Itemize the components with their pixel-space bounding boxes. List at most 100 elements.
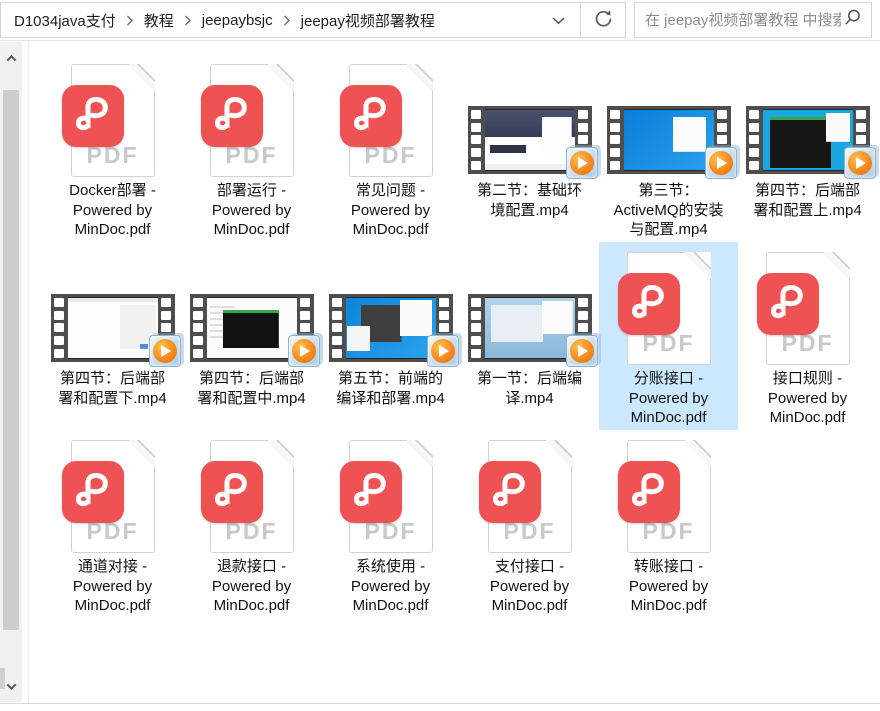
file-icon-zone xyxy=(599,59,738,177)
file-name: 第五节：前端的编译和部署.mp4 xyxy=(334,369,448,408)
file-icon-zone: PDF xyxy=(182,59,321,177)
file-item[interactable]: 第四节：后端部署和配置上.mp4 xyxy=(738,54,877,242)
chevron-down-icon xyxy=(552,13,565,28)
pdf-file-icon: PDF xyxy=(71,64,155,177)
mindoc-logo-icon xyxy=(618,273,680,335)
file-icon-zone: PDF xyxy=(599,247,738,365)
file-icon-zone: PDF xyxy=(599,435,738,553)
chevron-right-icon xyxy=(126,15,134,26)
page-fold xyxy=(129,440,155,466)
file-name: 第三节：ActiveMQ的安装与配置.mp4 xyxy=(612,181,726,240)
pdf-file-icon: PDF xyxy=(627,252,711,365)
file-item[interactable]: 第四节：后端部署和配置中.mp4 xyxy=(182,242,321,430)
mindoc-logo-icon xyxy=(340,461,402,523)
page-fold xyxy=(268,64,294,90)
file-name: 通道对接 - Powered by MinDoc.pdf xyxy=(56,557,170,616)
media-play-icon xyxy=(562,144,600,181)
media-play-icon xyxy=(423,332,461,369)
chevron-down-icon xyxy=(6,680,16,690)
file-item[interactable]: 第一节：后端编译.mp4 xyxy=(460,242,599,430)
file-item[interactable]: PDF 转账接口 - Powered by MinDoc.pdf xyxy=(599,430,738,618)
file-name: 第四节：后端部署和配置下.mp4 xyxy=(56,369,170,408)
pdf-file-icon: PDF xyxy=(349,64,433,177)
media-play-icon xyxy=(840,144,878,181)
file-name: 常见问题 - Powered by MinDoc.pdf xyxy=(334,181,448,240)
scrollbar-thumb[interactable] xyxy=(3,90,19,630)
file-item[interactable]: 第五节：前端的编译和部署.mp4 xyxy=(321,242,460,430)
search-box xyxy=(634,2,872,38)
file-item[interactable]: PDF 退款接口 - Powered by MinDoc.pdf xyxy=(182,430,321,618)
media-play-icon xyxy=(701,144,739,181)
file-name: 系统使用 - Powered by MinDoc.pdf xyxy=(334,557,448,616)
file-name: 退款接口 - Powered by MinDoc.pdf xyxy=(195,557,309,616)
breadcrumb-item-root[interactable]: D1034java支付 xyxy=(9,10,121,31)
file-item[interactable]: PDF 部署运行 - Powered by MinDoc.pdf xyxy=(182,54,321,242)
page-fold xyxy=(685,252,711,278)
address-bar[interactable]: D1034java支付 教程 jeepaybsjc jeepay视频部署教程 xyxy=(0,2,626,38)
file-icon-zone: PDF xyxy=(321,435,460,553)
file-list-area: PDF Docker部署 - Powered by MinDoc.pdf PDF… xyxy=(0,41,880,711)
file-item[interactable]: 第四节：后端部署和配置下.mp4 xyxy=(43,242,182,430)
scroll-up-button[interactable] xyxy=(0,48,22,68)
refresh-button[interactable] xyxy=(581,3,625,37)
chevron-up-icon xyxy=(6,54,16,64)
file-item[interactable]: 第三节：ActiveMQ的安装与配置.mp4 xyxy=(599,54,738,242)
file-name: 第二节：基础环境配置.mp4 xyxy=(473,181,587,220)
mindoc-logo-icon xyxy=(340,85,402,147)
media-play-icon xyxy=(284,332,322,369)
file-icon-zone xyxy=(460,59,599,177)
chevron-right-icon xyxy=(184,15,192,26)
file-icon-zone: PDF xyxy=(182,435,321,553)
file-item[interactable]: PDF 常见问题 - Powered by MinDoc.pdf xyxy=(321,54,460,242)
file-item[interactable]: PDF 通道对接 - Powered by MinDoc.pdf xyxy=(43,430,182,618)
page-fold xyxy=(685,440,711,466)
search-input[interactable] xyxy=(635,12,843,29)
file-item[interactable]: PDF 接口规则 - Powered by MinDoc.pdf xyxy=(738,242,877,430)
mindoc-logo-icon xyxy=(62,461,124,523)
video-file-icon xyxy=(746,106,870,174)
pdf-file-icon: PDF xyxy=(210,64,294,177)
explorer-toolbar: D1034java支付 教程 jeepaybsjc jeepay视频部署教程 xyxy=(0,0,880,41)
breadcrumb: D1034java支付 教程 jeepaybsjc jeepay视频部署教程 xyxy=(1,10,536,31)
file-item[interactable]: PDF 支付接口 - Powered by MinDoc.pdf xyxy=(460,430,599,618)
mindoc-logo-icon xyxy=(757,273,819,335)
page-fold xyxy=(407,64,433,90)
file-icon-zone: PDF xyxy=(738,247,877,365)
file-name: 支付接口 - Powered by MinDoc.pdf xyxy=(473,557,587,616)
media-play-icon xyxy=(145,332,183,369)
file-item[interactable]: 第二节：基础环境配置.mp4 xyxy=(460,54,599,242)
page-fold xyxy=(407,440,433,466)
file-name: 第四节：后端部署和配置上.mp4 xyxy=(751,181,865,220)
chevron-right-icon xyxy=(283,15,291,26)
video-file-icon xyxy=(329,294,453,362)
file-name: 转账接口 - Powered by MinDoc.pdf xyxy=(612,557,726,616)
file-name: 第一节：后端编译.mp4 xyxy=(473,369,587,408)
file-icon-zone xyxy=(182,247,321,365)
breadcrumb-item-1[interactable]: 教程 xyxy=(139,10,179,31)
address-dropdown-button[interactable] xyxy=(536,3,580,37)
file-icon-zone xyxy=(738,59,877,177)
pdf-file-icon: PDF xyxy=(627,440,711,553)
video-file-icon xyxy=(607,106,731,174)
breadcrumb-item-2[interactable]: jeepaybsjc xyxy=(197,12,278,29)
file-item[interactable]: PDF 分账接口 - Powered by MinDoc.pdf xyxy=(599,242,738,430)
file-icon-zone: PDF xyxy=(43,435,182,553)
page-fold xyxy=(824,252,850,278)
mindoc-logo-icon xyxy=(201,85,263,147)
search-icon[interactable] xyxy=(843,8,862,32)
file-item[interactable]: PDF Docker部署 - Powered by MinDoc.pdf xyxy=(43,54,182,242)
mindoc-logo-icon xyxy=(62,85,124,147)
file-name: 部署运行 - Powered by MinDoc.pdf xyxy=(195,181,309,240)
file-grid: PDF Docker部署 - Powered by MinDoc.pdf PDF… xyxy=(29,41,877,618)
pdf-file-icon: PDF xyxy=(766,252,850,365)
page-fold xyxy=(129,64,155,90)
clipped-sidebar-element xyxy=(0,668,5,689)
video-file-icon xyxy=(468,294,592,362)
file-item[interactable]: PDF 系统使用 - Powered by MinDoc.pdf xyxy=(321,430,460,618)
vertical-scrollbar[interactable] xyxy=(0,42,22,702)
file-icon-zone xyxy=(43,247,182,365)
file-name: Docker部署 - Powered by MinDoc.pdf xyxy=(56,181,170,240)
pdf-file-icon: PDF xyxy=(488,440,572,553)
breadcrumb-item-current[interactable]: jeepay视频部署教程 xyxy=(296,10,440,31)
pdf-file-icon: PDF xyxy=(210,440,294,553)
